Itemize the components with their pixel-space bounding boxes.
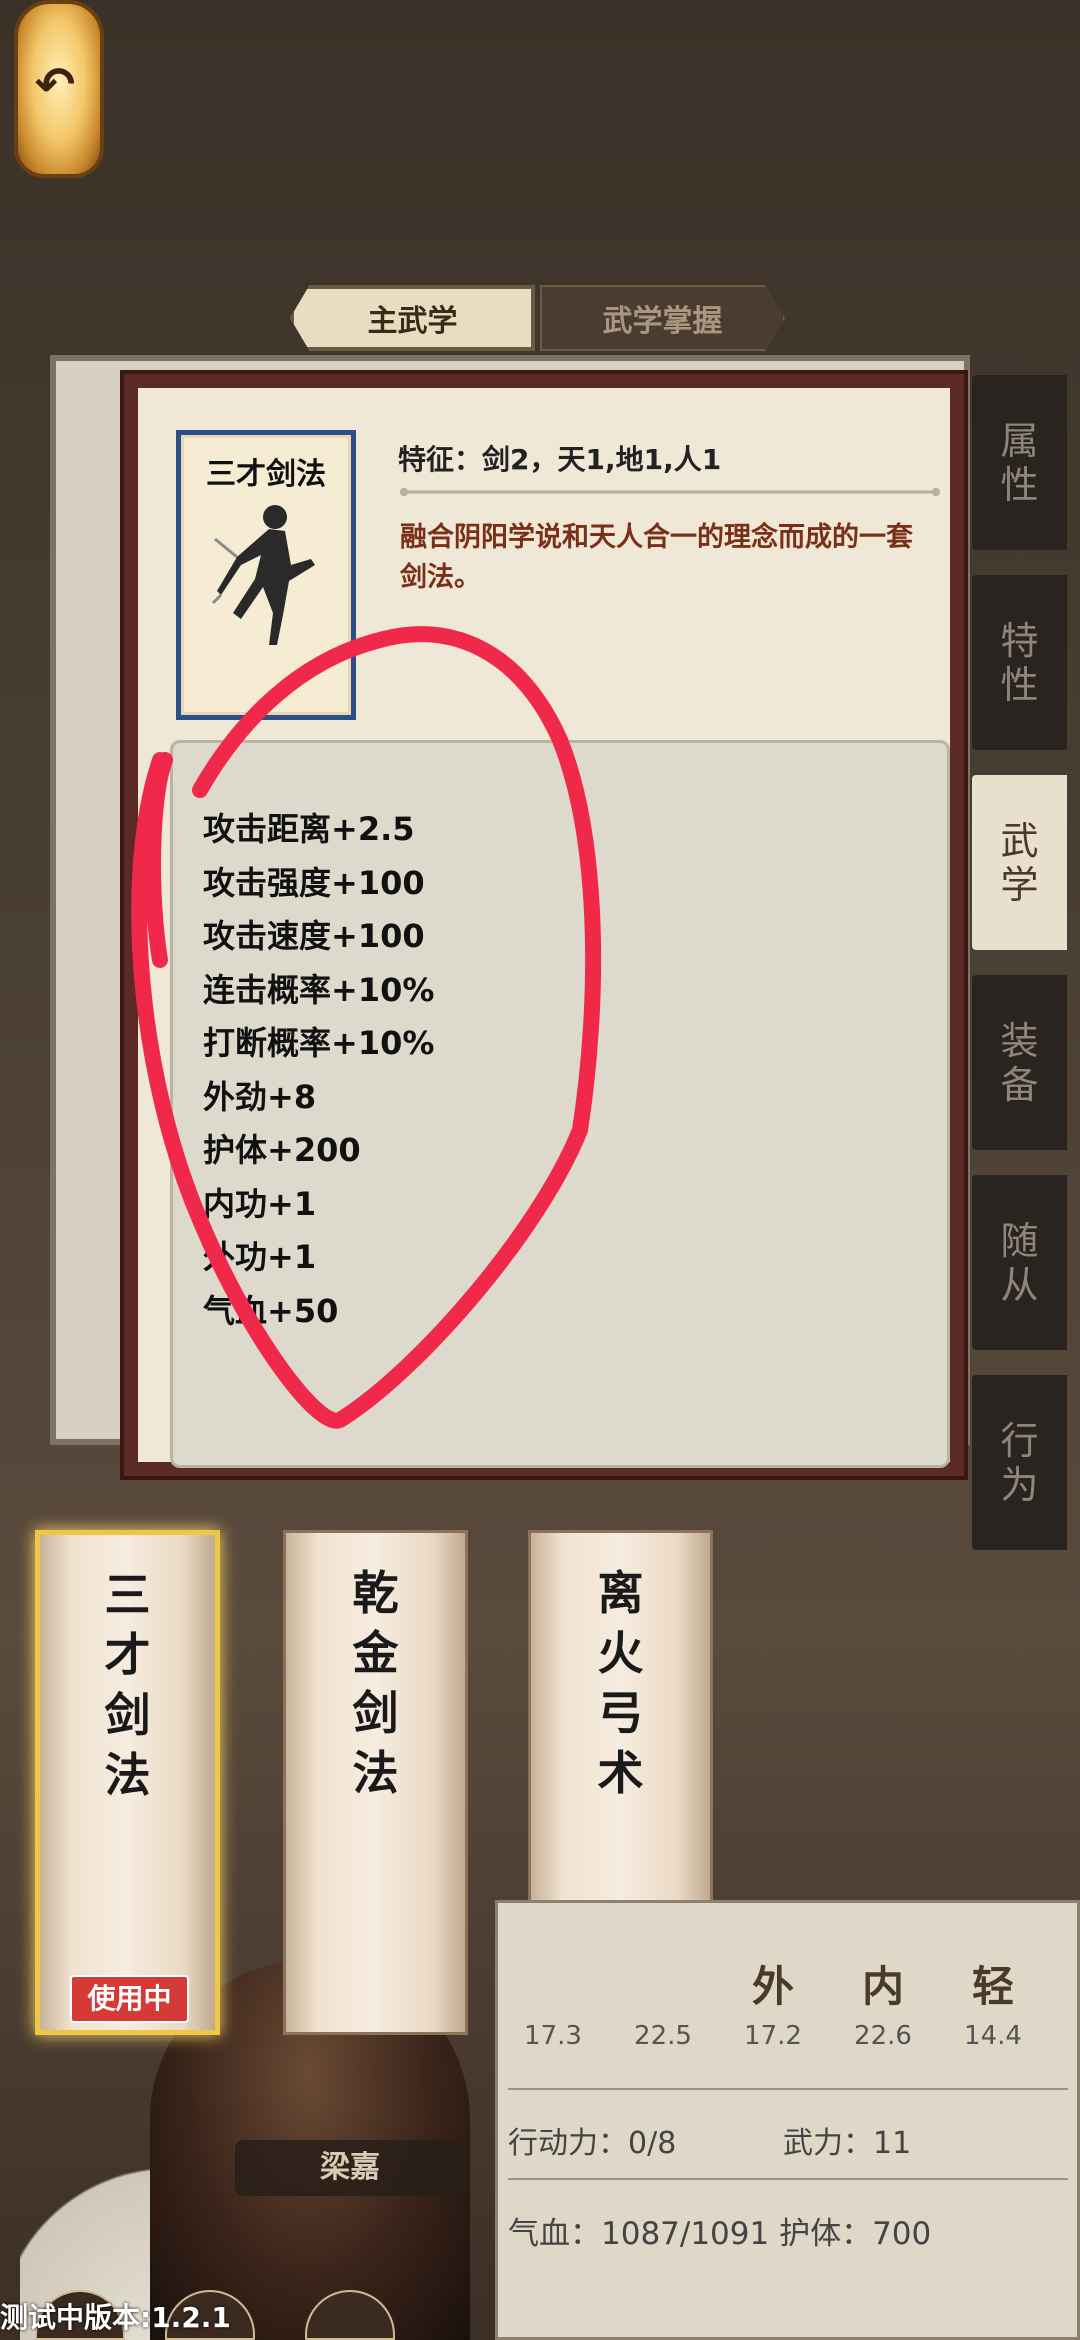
skill-card: 三才剑法 <box>176 430 356 720</box>
skill-stats-box: 攻击距离+2.5 攻击强度+100 攻击速度+100 连击概率+10% 打断概率… <box>170 740 950 1468</box>
stat-line: 外劲+8 <box>203 1077 317 1116</box>
version-label: 测试中版本:1.2.1 <box>0 2301 231 2334</box>
stat-line: 外功+1 <box>203 1238 317 1276</box>
undo-arrow-icon: ↶ <box>34 57 76 113</box>
tab-main-martial-art[interactable]: 主武学 <box>290 285 535 351</box>
character-name: 梁嘉 <box>235 2140 465 2196</box>
stat-line: 连击概率+10% <box>203 970 435 1009</box>
divider <box>508 2178 1068 2180</box>
divider <box>508 2088 1068 2090</box>
side-tab-behavior[interactable]: 行为 <box>972 1375 1067 1550</box>
side-tab-attributes[interactable]: 属性 <box>972 375 1067 550</box>
skill-scroll-name: 乾金剑法 <box>352 1566 399 1800</box>
skill-scroll-qianjin[interactable]: 乾金剑法 <box>283 1530 468 2035</box>
stat-line: 护体+200 <box>203 1131 361 1169</box>
skill-card-title: 三才剑法 <box>206 457 326 492</box>
martial-power: 武力：11 <box>783 2126 912 2161</box>
skill-detail-popup: 三才剑法 特征：剑2，天1,地1,人1 融合阴阳学说和天人合一的理念而成的一套剑… <box>120 370 968 1480</box>
hp-and-guard: 气血：1087/1091 护体：700 <box>508 2216 932 2252</box>
stat-line: 打断概率+10% <box>203 1024 435 1062</box>
skill-scroll-name: 离火弓术 <box>597 1566 644 1800</box>
attribute-label: 内 <box>861 1962 904 2011</box>
attribute-label: 轻 <box>971 1962 1014 2011</box>
popup-content: 三才剑法 特征：剑2，天1,地1,人1 融合阴阳学说和天人合一的理念而成的一套剑… <box>138 388 950 1468</box>
skill-stats-list: 攻击距离+2.5 攻击强度+100 攻击速度+100 连击概率+10% 打断概率… <box>203 803 434 1338</box>
swordsman-icon <box>211 505 315 645</box>
action-power: 行动力：0/8 <box>508 2126 677 2161</box>
stat-line: 攻击距离+2.5 <box>203 810 415 848</box>
attribute-value: 17.3 <box>524 2021 582 2051</box>
side-tab-martial-arts[interactable]: 武学 <box>972 775 1067 950</box>
attribute-value: 22.6 <box>854 2021 912 2051</box>
side-tab-traits[interactable]: 特性 <box>972 575 1067 750</box>
back-button[interactable]: ↶ <box>14 0 104 178</box>
in-use-badge: 使用中 <box>70 1975 189 2023</box>
skill-feature: 特征：剑2，天1,地1,人1 <box>398 443 722 476</box>
attribute-value: 17.2 <box>744 2021 802 2051</box>
character-stats-panel: 外 内 轻 17.3 22.5 17.2 22.6 14.4 行动力：0/8 武… <box>495 1900 1080 2340</box>
attribute-label: 外 <box>751 1962 794 2011</box>
stat-line: 攻击速度+100 <box>203 917 425 955</box>
attribute-value: 14.4 <box>964 2021 1022 2051</box>
skill-scroll-sancai[interactable]: 三才剑法 使用中 <box>35 1530 220 2035</box>
tab-martial-mastery[interactable]: 武学掌握 <box>540 285 785 351</box>
skill-scroll-name: 三才剑法 <box>104 1568 151 1802</box>
side-tab-equipment[interactable]: 装备 <box>972 975 1067 1150</box>
skill-description: 融合阴阳学说和天人合一的理念而成的一套剑法。 <box>400 522 913 593</box>
attribute-value: 22.5 <box>634 2021 692 2051</box>
side-tab-followers[interactable]: 随从 <box>972 1175 1067 1350</box>
stat-line: 气血+50 <box>203 1291 339 1330</box>
stat-line: 攻击强度+100 <box>203 863 425 902</box>
divider <box>400 488 940 496</box>
stat-line: 内功+1 <box>203 1184 317 1223</box>
